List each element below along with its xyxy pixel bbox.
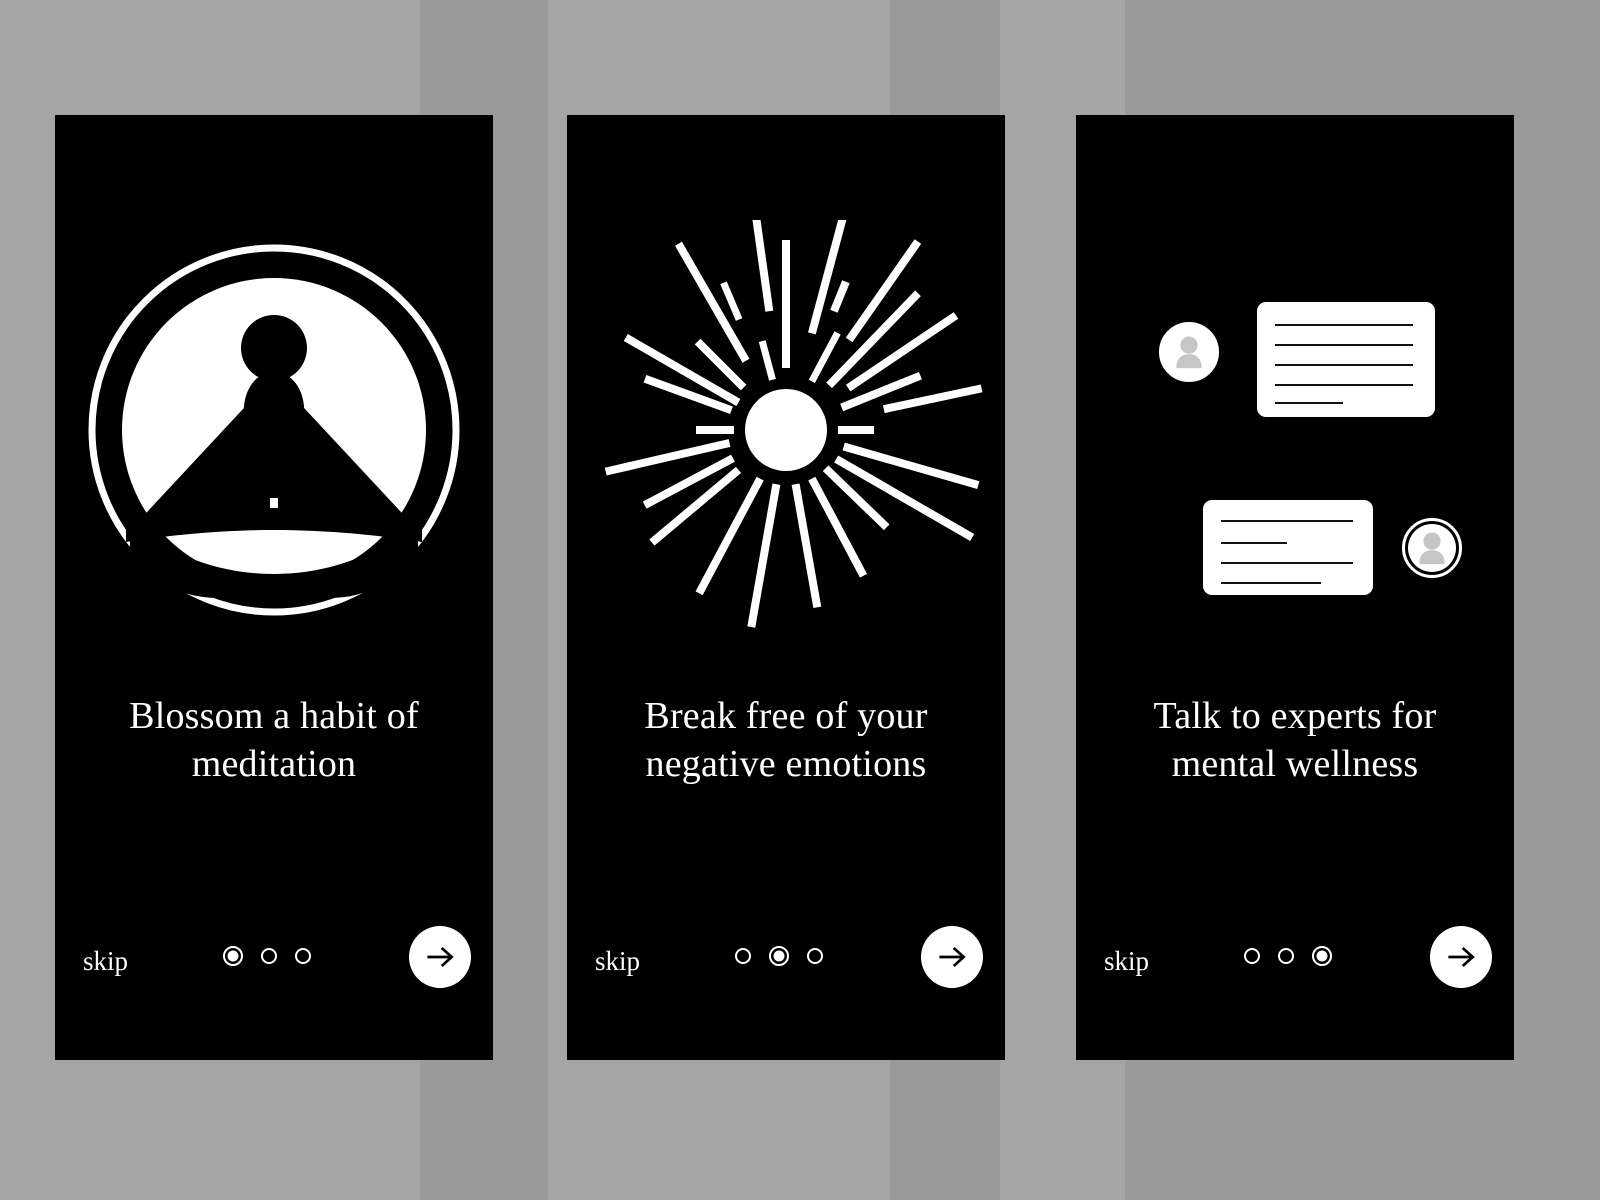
chat-bubbles-icon	[1095, 230, 1495, 630]
page-indicator-dots	[223, 946, 311, 966]
illustration-chat-bubbles-icon	[1076, 200, 1514, 660]
page-dot-1[interactable]	[1244, 948, 1260, 964]
burst-ray	[747, 483, 781, 628]
page-dot-3[interactable]	[295, 948, 311, 964]
burst-ray	[882, 384, 983, 414]
illustration-burst-rays-icon	[567, 200, 1005, 660]
page-title: Break free of your negative emotions	[644, 695, 928, 785]
outgoing-message-card	[1203, 500, 1373, 595]
incoming-message-card	[1257, 302, 1435, 417]
page-dot-1-active[interactable]	[223, 946, 243, 966]
page-dot-3-active[interactable]	[1312, 946, 1332, 966]
avatar-contact-top	[1159, 322, 1219, 382]
page-dot-1[interactable]	[735, 948, 751, 964]
page-dot-2[interactable]	[261, 948, 277, 964]
page-indicator-dots	[1244, 946, 1332, 966]
screen-experts[interactable]: Talk to experts for mental wellness skip	[1076, 115, 1514, 1060]
page-dot-2-active[interactable]	[769, 946, 789, 966]
burst-ray	[752, 220, 774, 312]
message-text-line	[1221, 542, 1287, 544]
onboarding-screens-canvas: Blossom a habit of meditation skip Break …	[0, 0, 1600, 1200]
burst-core	[745, 389, 827, 471]
avatar-contact-bottom	[1402, 518, 1462, 578]
page-title: Talk to experts for mental wellness	[1153, 695, 1437, 785]
burst-ray	[808, 220, 847, 335]
arrow-right-icon	[939, 946, 966, 968]
page-dot-2[interactable]	[1278, 948, 1294, 964]
message-text-line	[1221, 520, 1353, 522]
message-text-line	[1275, 324, 1413, 326]
burst-rays-icon	[604, 220, 983, 628]
burst-ray	[758, 340, 776, 381]
burst-ray	[720, 281, 743, 321]
message-text-line	[1275, 384, 1413, 386]
next-button[interactable]	[409, 926, 471, 988]
arrow-right-icon	[1448, 946, 1475, 968]
message-text-line	[1275, 402, 1343, 404]
arrow-right-icon	[427, 946, 454, 968]
page-indicator-dots	[735, 946, 823, 966]
burst-ray	[830, 280, 850, 313]
screen-emotions[interactable]: Break free of your negative emotions skip	[567, 115, 1005, 1060]
skip-button[interactable]: skip	[1104, 948, 1149, 975]
burst-ray	[791, 483, 822, 608]
person-glyph-icon	[1176, 336, 1202, 369]
page-dot-3[interactable]	[807, 948, 823, 964]
onboarding-footer: skip	[1076, 920, 1514, 1000]
page-title: Blossom a habit of meditation	[129, 695, 419, 785]
next-button[interactable]	[921, 926, 983, 988]
burst-ray	[808, 331, 841, 384]
onboarding-footer: skip	[55, 920, 493, 1000]
meditation-circle-icon	[88, 244, 460, 616]
burst-ray	[675, 241, 750, 363]
next-button[interactable]	[1430, 926, 1492, 988]
skip-button[interactable]: skip	[83, 948, 128, 975]
person-glyph-icon	[1419, 532, 1445, 565]
skip-button[interactable]: skip	[595, 948, 640, 975]
onboarding-footer: skip	[567, 920, 1005, 1000]
message-text-line	[1221, 562, 1353, 564]
message-text-line	[1221, 582, 1321, 584]
message-text-line	[1275, 344, 1413, 346]
message-text-line	[1275, 364, 1413, 366]
illustration-meditation-circle-icon	[55, 200, 493, 660]
screen-meditation[interactable]: Blossom a habit of meditation skip	[55, 115, 493, 1060]
